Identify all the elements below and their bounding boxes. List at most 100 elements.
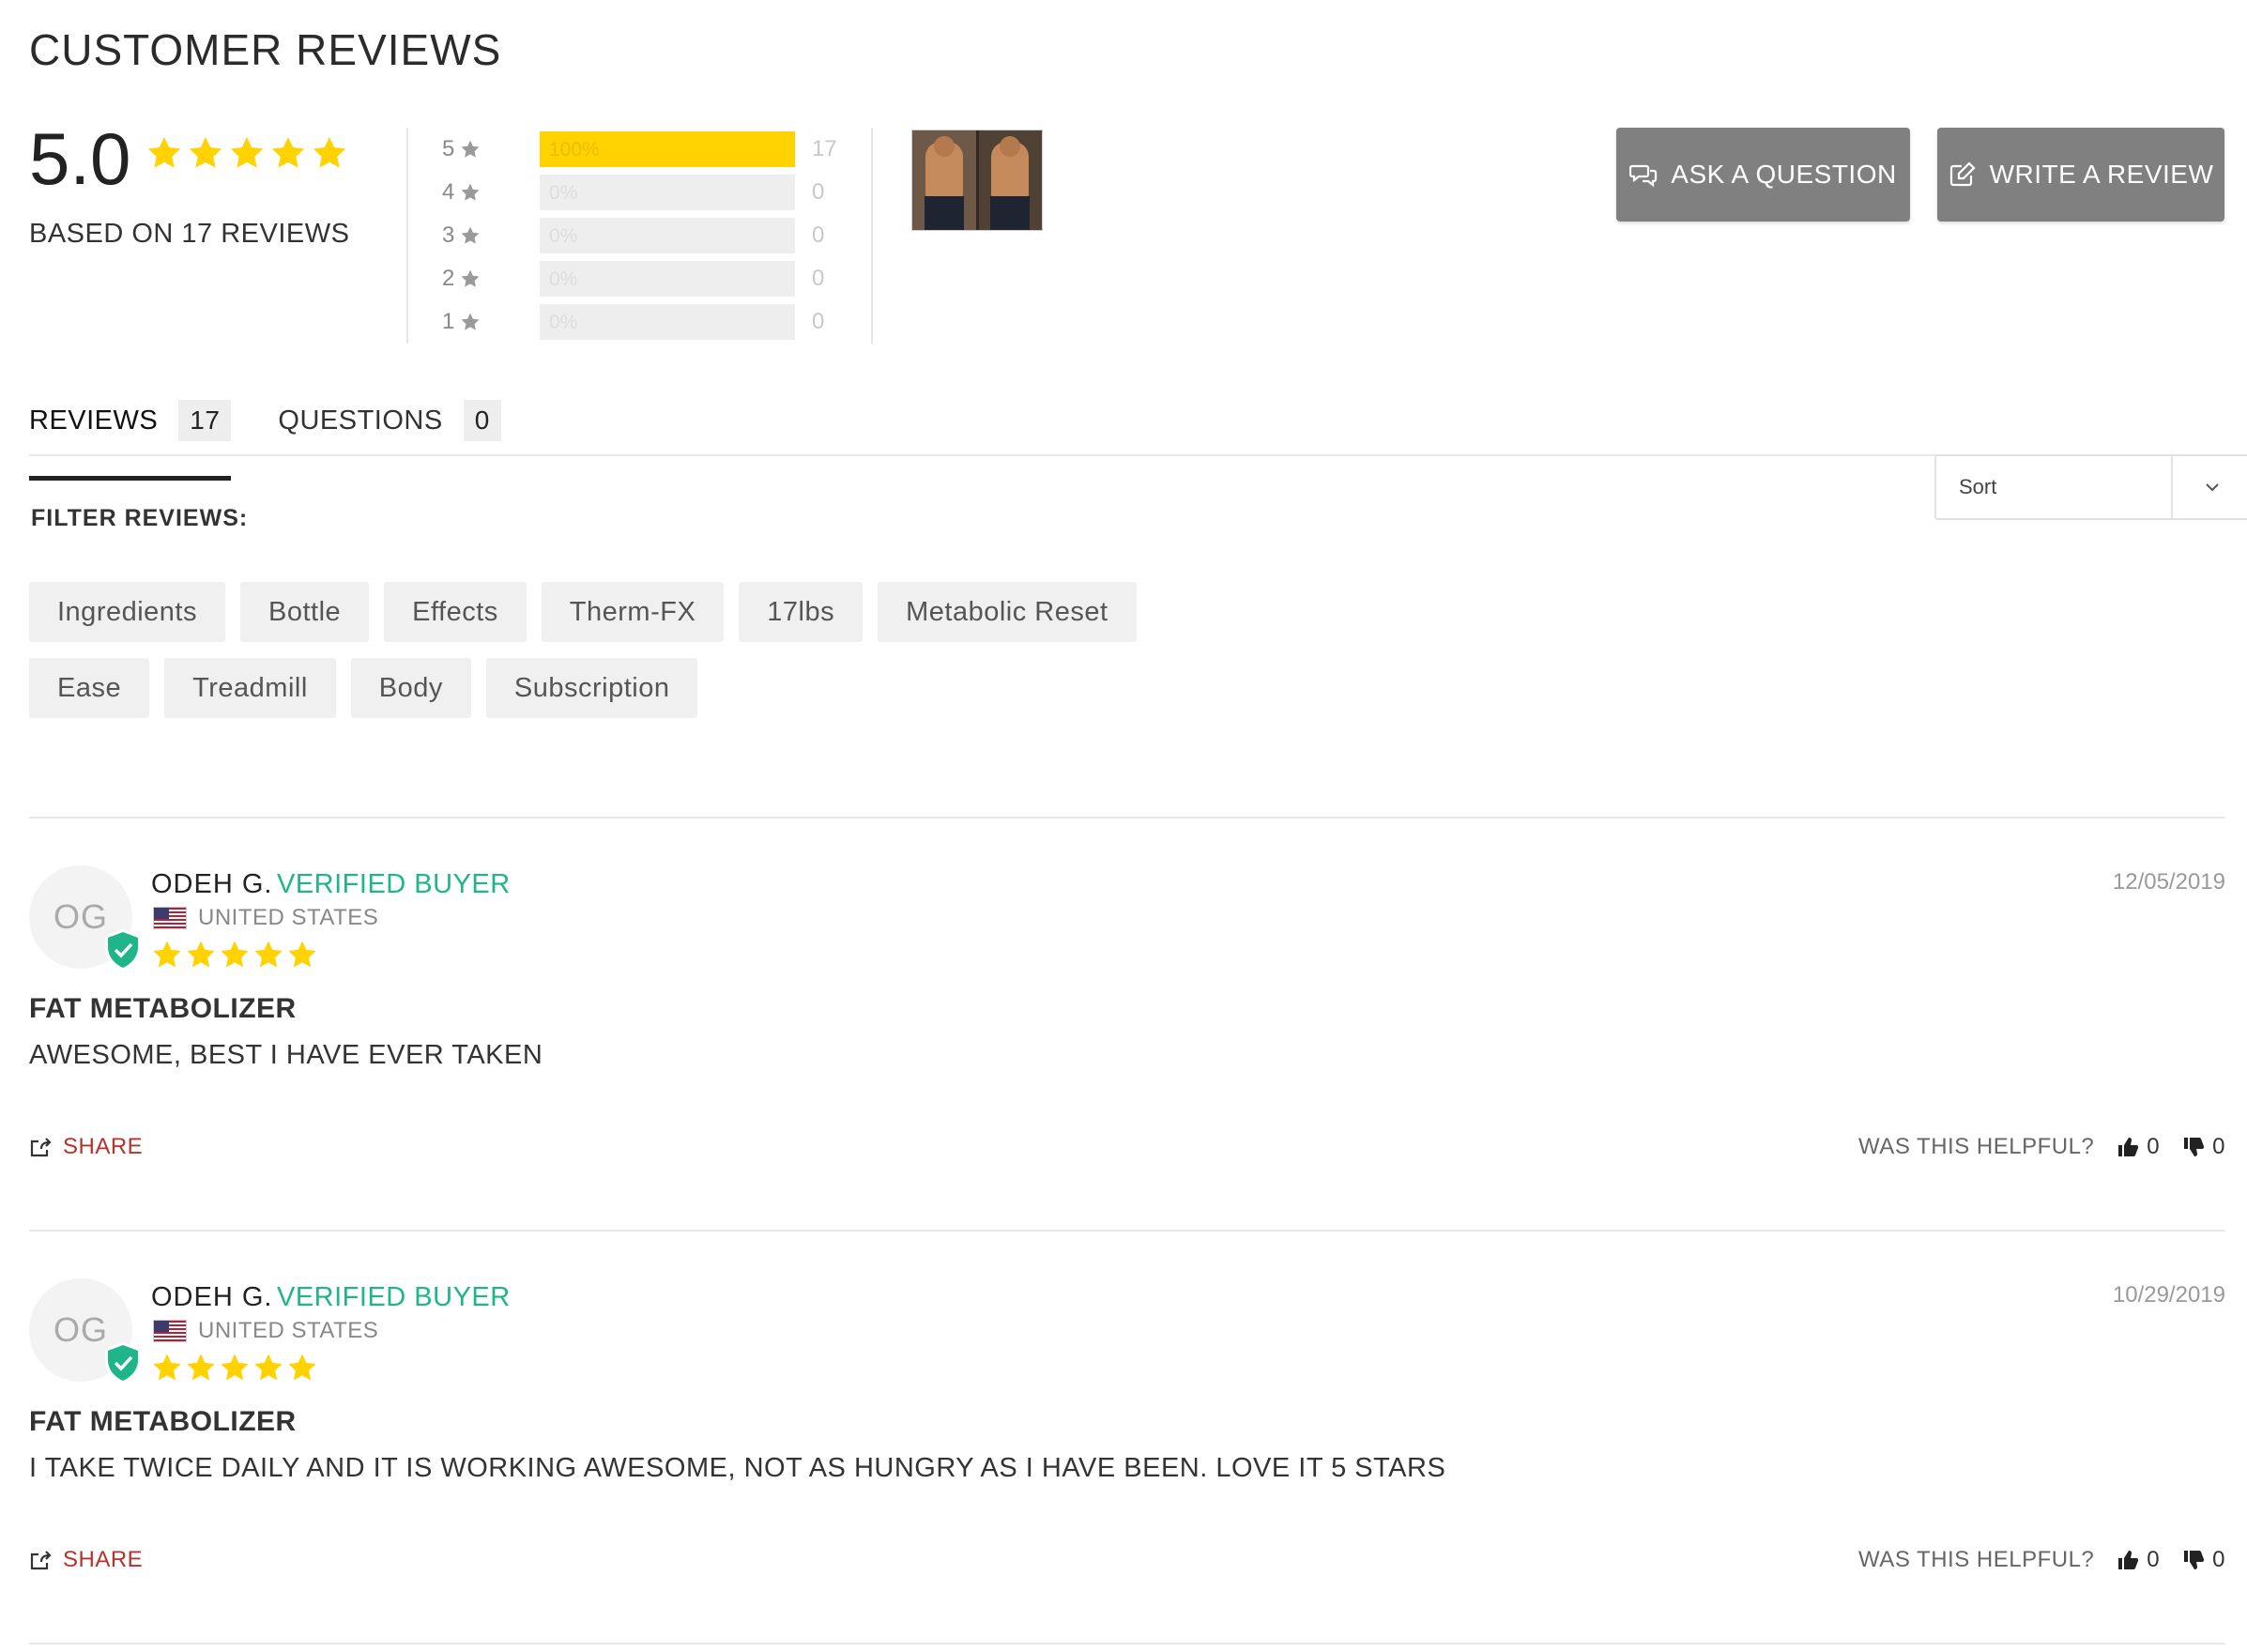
tab-reviews-label: REVIEWS [29, 405, 159, 436]
write-review-button[interactable]: WRITE A REVIEW [1937, 128, 2224, 222]
review-date: 10/29/2019 [2112, 1282, 2225, 1308]
tabs-divider [29, 454, 2225, 456]
review-rating-stars [151, 1352, 318, 1384]
tab-questions-label: QUESTIONS [278, 405, 443, 436]
star-icon [185, 1352, 217, 1384]
filter-chip[interactable]: Ingredients [29, 582, 225, 642]
rating-row-count: 0 [812, 222, 825, 248]
star-icon [219, 939, 251, 971]
filter-chip[interactable]: Effects [384, 582, 527, 642]
star-icon [151, 1352, 183, 1384]
filter-chip[interactable]: Subscription [485, 658, 698, 718]
tab-reviews-count: 17 [178, 400, 232, 441]
filter-chip-row: Ingredients Bottle Effects Therm-FX 17lbs Met… [29, 582, 1249, 642]
rating-row-4[interactable]: 4 0% 0 [442, 171, 837, 214]
star-icon [219, 1352, 251, 1384]
verified-buyer-label: VERIFIED BUYER [277, 869, 511, 899]
star-icon [286, 939, 318, 971]
ask-question-label: ASK A QUESTION [1671, 160, 1897, 189]
filter-chip[interactable]: Metabolic Reset [878, 582, 1137, 642]
sort-label: Sort [1959, 475, 1997, 498]
filter-chip[interactable]: Bottle [240, 582, 370, 642]
rating-row-count: 17 [812, 136, 837, 161]
review-title: FAT METABOLIZER [29, 1406, 297, 1437]
rating-row-count: 0 [812, 309, 825, 334]
rating-row-label: 3 [442, 222, 498, 249]
share-label: SHARE [63, 1134, 144, 1159]
rating-row-3[interactable]: 3 0% 0 [442, 214, 837, 257]
edit-icon [1949, 161, 1977, 189]
write-review-label: WRITE A REVIEW [1989, 160, 2214, 189]
rating-bar-percent: 100% [549, 139, 600, 161]
star-icon [269, 134, 307, 172]
verified-shield-icon [104, 1342, 142, 1384]
rating-row-label: 1 [442, 309, 498, 335]
verified-shield-icon [104, 929, 142, 971]
ask-question-button[interactable]: ASK A QUESTION [1616, 128, 1910, 222]
us-flag-icon [153, 907, 187, 929]
share-label: SHARE [63, 1547, 144, 1572]
thumbs-down-count: 0 [2212, 1547, 2225, 1572]
share-icon [29, 1136, 52, 1158]
rating-row-2[interactable]: 2 0% 0 [442, 257, 837, 300]
filter-chip[interactable]: Ease [29, 658, 150, 718]
page-title: CUSTOMER REVIEWS [29, 25, 502, 74]
rating-bar-percent: 0% [549, 268, 578, 290]
chat-bubbles-icon [1629, 161, 1658, 189]
share-button[interactable]: SHARE [29, 1134, 143, 1160]
filter-chip[interactable]: 17lbs [739, 582, 864, 642]
verified-buyer-label: VERIFIED BUYER [277, 1282, 511, 1312]
rating-bar-percent: 0% [549, 225, 578, 247]
rating-row-count: 0 [812, 179, 825, 205]
rating-bar-percent: 0% [549, 182, 578, 204]
helpful-label: WAS THIS HELPFUL? [1858, 1134, 2095, 1159]
review-body: I TAKE TWICE DAILY AND IT IS WORKING AWE… [29, 1453, 1446, 1483]
rating-row-count: 0 [812, 266, 825, 291]
rating-row-stars: 4 [442, 179, 455, 205]
filter-chip[interactable]: Treadmill [164, 658, 336, 718]
star-icon [185, 939, 217, 971]
rating-row-1[interactable]: 1 0% 0 [442, 300, 837, 344]
filter-chips: Ingredients Bottle Effects Therm-FX 17lbs Met… [29, 582, 1249, 734]
review-item: OG ODEH G. VERIFIED BUYER UNITED STATES 10/2… [29, 1230, 2225, 1643]
rating-row-5[interactable]: 5 100% 17 [442, 128, 837, 171]
filter-chip[interactable]: Therm-FX [541, 582, 725, 642]
thumbs-up-icon[interactable] [2117, 1549, 2139, 1571]
rating-breakdown: 5 100% 17 4 0% 0 3 0% 0 2 0% 0 1 0% 0 [442, 128, 837, 344]
average-rating: 5.0 [29, 117, 131, 200]
thumbs-down-icon[interactable] [2182, 1549, 2205, 1571]
star-icon [311, 134, 348, 172]
reviewer-name: ODEH G. [151, 869, 273, 899]
rating-bar: 0% [540, 261, 795, 297]
review-date: 12/05/2019 [2112, 869, 2225, 895]
rating-bar: 0% [540, 304, 795, 340]
photos-divider [871, 128, 873, 344]
thumbs-down-icon[interactable] [2182, 1136, 2205, 1158]
star-icon [187, 134, 224, 172]
share-button[interactable]: SHARE [29, 1547, 143, 1573]
star-icon [460, 139, 481, 160]
star-icon [145, 134, 183, 172]
filter-chip[interactable]: Body [350, 658, 471, 718]
star-icon [151, 939, 183, 971]
rating-row-stars: 3 [442, 222, 455, 248]
review-divider [29, 1643, 2225, 1644]
tab-questions[interactable]: QUESTIONS 0 [278, 387, 501, 454]
star-icon [252, 1352, 284, 1384]
helpful-votes: WAS THIS HELPFUL? 0 0 [1858, 1547, 2225, 1573]
review-item: OG ODEH G. VERIFIED BUYER UNITED STATES 12/0… [29, 817, 2225, 1230]
rating-bar-percent: 0% [549, 312, 578, 333]
review-title: FAT METABOLIZER [29, 993, 297, 1024]
reviewer-name: ODEH G. [151, 1282, 273, 1312]
rating-bar: 0% [540, 218, 795, 253]
reviewer-country: UNITED STATES [198, 1318, 379, 1343]
review-photo-thumbnail[interactable] [911, 130, 1043, 231]
review-tabs: REVIEWS 17 QUESTIONS 0 [29, 387, 501, 481]
thumbs-up-icon[interactable] [2117, 1136, 2139, 1158]
share-icon [29, 1549, 52, 1571]
tab-reviews[interactable]: REVIEWS 17 [29, 387, 232, 481]
rating-row-label: 5 [442, 136, 498, 162]
star-icon [460, 312, 481, 332]
sort-select[interactable]: Sort [1934, 454, 2247, 520]
thumbs-down-count: 0 [2212, 1134, 2225, 1159]
